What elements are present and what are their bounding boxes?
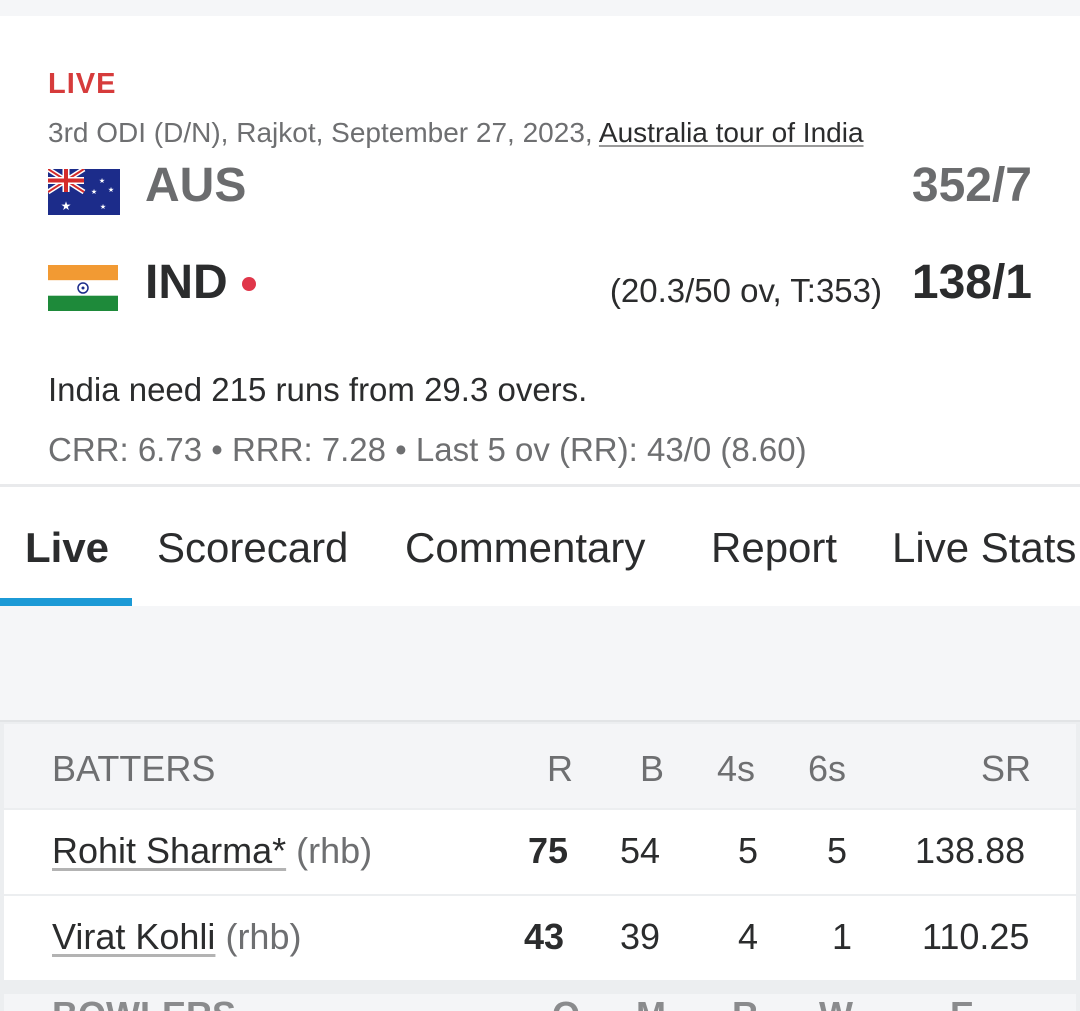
- header-bowlers: BOWLERS: [52, 994, 236, 1011]
- batter-cell: Rohit Sharma* (rhb): [52, 830, 372, 872]
- batting-style: (rhb): [296, 830, 373, 871]
- svg-text:★: ★: [108, 186, 114, 194]
- batter-cell: Virat Kohli (rhb): [52, 916, 301, 958]
- live-label: LIVE: [48, 68, 117, 100]
- fours-value: 5: [738, 830, 759, 871]
- svg-text:★: ★: [100, 203, 106, 211]
- active-tab-indicator: [0, 598, 132, 606]
- svg-text:★: ★: [91, 188, 97, 196]
- team-name-ind: IND: [145, 256, 228, 309]
- header-sixes: 6s: [808, 748, 847, 789]
- match-header-card: LIVE 3rd ODI (D/N), Rajkot, September 27…: [0, 16, 1080, 484]
- header-bowler-runs: R: [732, 994, 758, 1011]
- overs-target: (20.3/50 ov, T:353): [609, 272, 882, 309]
- team-name-aus: AUS: [145, 159, 247, 212]
- match-meta-text: 3rd ODI (D/N), Rajkot, September 27, 202…: [48, 117, 599, 148]
- australia-flag-icon: ★ ★ ★ ★ ★: [48, 169, 120, 215]
- header-batters: BATTERS: [52, 748, 216, 789]
- table-header: BATTERS R B 4s 6s SR: [4, 724, 1076, 808]
- batter-name-link[interactable]: Rohit Sharma*: [52, 830, 286, 871]
- tab-live[interactable]: Live: [25, 524, 109, 572]
- run-rates: CRR: 6.73 • RRR: 7.28 • Last 5 ov (RR): …: [48, 431, 807, 468]
- table-row: Virat Kohli (rhb) 43 39 4 1 110.25: [4, 896, 1076, 980]
- team-score-aus: 352/7: [911, 159, 1032, 212]
- batting-style: (rhb): [225, 916, 302, 957]
- team-row-aus[interactable]: ★ ★ ★ ★ ★ AUS 352/7: [0, 152, 1080, 222]
- header-strike-rate: SR: [981, 748, 1032, 789]
- match-tabs: Live Scorecard Commentary Report Live St…: [0, 487, 1080, 606]
- tab-commentary[interactable]: Commentary: [405, 524, 645, 572]
- header-fours: 4s: [717, 748, 756, 789]
- team-row-ind[interactable]: IND (20.3/50 ov, T:353) 138/1: [0, 249, 1080, 319]
- header-wickets: W: [819, 994, 853, 1011]
- runs-value: 43: [524, 916, 565, 957]
- header-balls: B: [640, 748, 665, 789]
- series-link[interactable]: Australia tour of India: [599, 117, 864, 148]
- fours-value: 4: [738, 916, 759, 957]
- tab-scorecard[interactable]: Scorecard: [157, 524, 348, 572]
- batters-table: BATTERS R B 4s 6s SR Rohit Sharma* (rhb)…: [0, 720, 1080, 1011]
- header-runs: R: [547, 748, 573, 789]
- svg-text:★: ★: [99, 177, 105, 185]
- strike-rate-value: 138.88: [915, 830, 1026, 871]
- tab-live-stats[interactable]: Live Stats: [892, 524, 1076, 572]
- runs-value: 75: [528, 830, 569, 871]
- svg-text:★: ★: [61, 199, 72, 213]
- table-row: Rohit Sharma* (rhb) 75 54 5 5 138.88: [4, 810, 1076, 894]
- strike-rate-value: 110.25: [922, 916, 1030, 957]
- tab-report[interactable]: Report: [711, 524, 837, 572]
- sixes-value: 5: [827, 830, 848, 871]
- balls-value: 39: [620, 916, 661, 957]
- header-overs: O: [552, 994, 580, 1011]
- batting-indicator-dot: [242, 277, 256, 291]
- match-meta: 3rd ODI (D/N), Rajkot, September 27, 202…: [48, 117, 864, 149]
- top-strip: [0, 0, 1080, 16]
- header-maidens: M: [636, 994, 666, 1011]
- balls-value: 54: [620, 830, 661, 871]
- team-score-ind: 138/1: [911, 256, 1032, 309]
- bowlers-header-partial: BOWLERS O M R W E: [4, 994, 1076, 1011]
- batter-name-link[interactable]: Virat Kohli: [52, 916, 215, 957]
- india-flag-icon: [48, 265, 118, 311]
- sixes-value: 1: [832, 916, 853, 957]
- header-economy: E: [950, 994, 974, 1011]
- match-status: India need 215 runs from 29.3 overs.: [48, 371, 588, 408]
